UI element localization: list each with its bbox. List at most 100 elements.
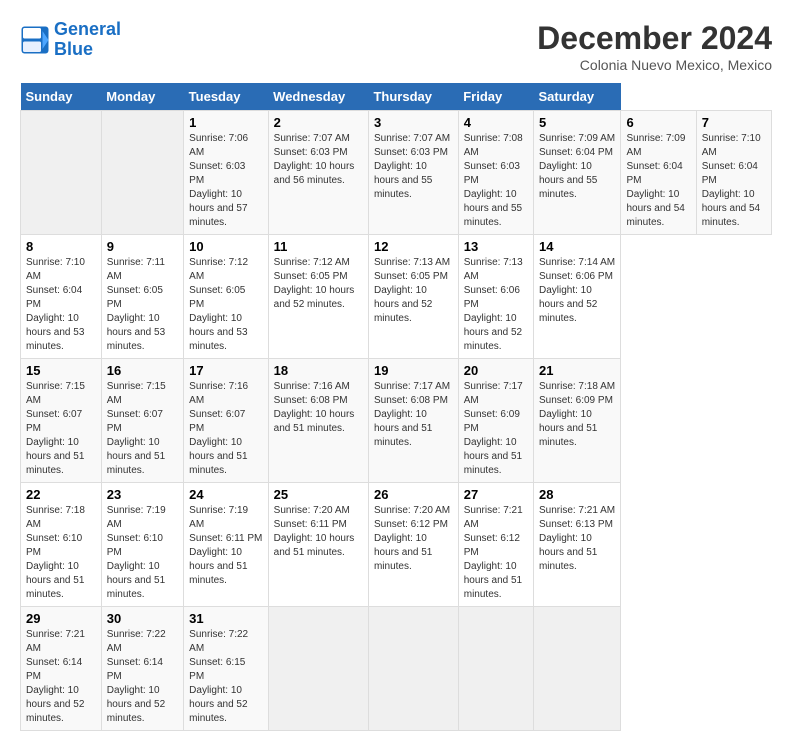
month-title: December 2024 [537, 20, 772, 57]
day-info: Sunrise: 7:09 AMSunset: 6:04 PMDaylight:… [626, 132, 690, 230]
day-number: 10 [189, 239, 263, 254]
calendar-cell: 27 Sunrise: 7:21 AMSunset: 6:12 PMDaylig… [458, 483, 533, 607]
day-info: Sunrise: 7:14 AMSunset: 6:06 PMDaylight:… [539, 256, 616, 326]
calendar-cell: 29 Sunrise: 7:21 AMSunset: 6:14 PMDaylig… [21, 607, 102, 731]
day-info: Sunrise: 7:21 AMSunset: 6:13 PMDaylight:… [539, 504, 616, 574]
day-number: 17 [189, 363, 263, 378]
header-wednesday: Wednesday [268, 83, 368, 111]
day-info: Sunrise: 7:13 AMSunset: 6:05 PMDaylight:… [374, 256, 453, 326]
calendar-cell: 19 Sunrise: 7:17 AMSunset: 6:08 PMDaylig… [368, 359, 458, 483]
calendar-week-row: 1 Sunrise: 7:06 AMSunset: 6:03 PMDayligh… [21, 111, 772, 235]
calendar-cell: 13 Sunrise: 7:13 AMSunset: 6:06 PMDaylig… [458, 235, 533, 359]
calendar-cell [101, 111, 183, 235]
day-number: 30 [107, 611, 178, 626]
day-number: 15 [26, 363, 96, 378]
calendar-cell [533, 607, 621, 731]
calendar-cell: 30 Sunrise: 7:22 AMSunset: 6:14 PMDaylig… [101, 607, 183, 731]
calendar-cell: 18 Sunrise: 7:16 AMSunset: 6:08 PMDaylig… [268, 359, 368, 483]
page-header: General Blue December 2024 Colonia Nuevo… [20, 20, 772, 73]
day-info: Sunrise: 7:13 AMSunset: 6:06 PMDaylight:… [464, 256, 528, 354]
day-info: Sunrise: 7:21 AMSunset: 6:12 PMDaylight:… [464, 504, 528, 602]
header-tuesday: Tuesday [184, 83, 269, 111]
calendar-cell: 4 Sunrise: 7:08 AMSunset: 6:03 PMDayligh… [458, 111, 533, 235]
calendar-cell: 8 Sunrise: 7:10 AMSunset: 6:04 PMDayligh… [21, 235, 102, 359]
day-info: Sunrise: 7:18 AMSunset: 6:09 PMDaylight:… [539, 380, 616, 450]
location-subtitle: Colonia Nuevo Mexico, Mexico [537, 57, 772, 73]
day-info: Sunrise: 7:16 AMSunset: 6:08 PMDaylight:… [274, 380, 363, 436]
calendar-cell: 25 Sunrise: 7:20 AMSunset: 6:11 PMDaylig… [268, 483, 368, 607]
header-monday: Monday [101, 83, 183, 111]
calendar-header-row: SundayMondayTuesdayWednesdayThursdayFrid… [21, 83, 772, 111]
day-info: Sunrise: 7:08 AMSunset: 6:03 PMDaylight:… [464, 132, 528, 230]
day-number: 3 [374, 115, 453, 130]
calendar-cell: 7 Sunrise: 7:10 AMSunset: 6:04 PMDayligh… [696, 111, 771, 235]
day-info: Sunrise: 7:10 AMSunset: 6:04 PMDaylight:… [702, 132, 766, 230]
day-info: Sunrise: 7:18 AMSunset: 6:10 PMDaylight:… [26, 504, 96, 602]
calendar-cell: 23 Sunrise: 7:19 AMSunset: 6:10 PMDaylig… [101, 483, 183, 607]
calendar-cell: 31 Sunrise: 7:22 AMSunset: 6:15 PMDaylig… [184, 607, 269, 731]
calendar-cell: 2 Sunrise: 7:07 AMSunset: 6:03 PMDayligh… [268, 111, 368, 235]
calendar-cell: 11 Sunrise: 7:12 AMSunset: 6:05 PMDaylig… [268, 235, 368, 359]
day-info: Sunrise: 7:22 AMSunset: 6:14 PMDaylight:… [107, 628, 178, 726]
calendar-week-row: 29 Sunrise: 7:21 AMSunset: 6:14 PMDaylig… [21, 607, 772, 731]
title-section: December 2024 Colonia Nuevo Mexico, Mexi… [537, 20, 772, 73]
day-info: Sunrise: 7:15 AMSunset: 6:07 PMDaylight:… [107, 380, 178, 478]
header-sunday: Sunday [21, 83, 102, 111]
day-number: 8 [26, 239, 96, 254]
day-number: 19 [374, 363, 453, 378]
calendar-cell: 5 Sunrise: 7:09 AMSunset: 6:04 PMDayligh… [533, 111, 621, 235]
day-info: Sunrise: 7:22 AMSunset: 6:15 PMDaylight:… [189, 628, 263, 726]
logo: General Blue [20, 20, 121, 60]
day-number: 6 [626, 115, 690, 130]
day-number: 26 [374, 487, 453, 502]
day-info: Sunrise: 7:06 AMSunset: 6:03 PMDaylight:… [189, 132, 263, 230]
day-info: Sunrise: 7:21 AMSunset: 6:14 PMDaylight:… [26, 628, 96, 726]
day-number: 1 [189, 115, 263, 130]
calendar-week-row: 8 Sunrise: 7:10 AMSunset: 6:04 PMDayligh… [21, 235, 772, 359]
calendar-cell: 12 Sunrise: 7:13 AMSunset: 6:05 PMDaylig… [368, 235, 458, 359]
logo-text-blue: Blue [54, 40, 121, 60]
day-number: 29 [26, 611, 96, 626]
day-info: Sunrise: 7:17 AMSunset: 6:08 PMDaylight:… [374, 380, 453, 450]
day-info: Sunrise: 7:12 AMSunset: 6:05 PMDaylight:… [189, 256, 263, 354]
day-number: 11 [274, 239, 363, 254]
calendar-cell: 9 Sunrise: 7:11 AMSunset: 6:05 PMDayligh… [101, 235, 183, 359]
calendar-cell: 6 Sunrise: 7:09 AMSunset: 6:04 PMDayligh… [621, 111, 696, 235]
header-friday: Friday [458, 83, 533, 111]
day-number: 12 [374, 239, 453, 254]
calendar-cell [268, 607, 368, 731]
calendar-cell [21, 111, 102, 235]
day-number: 14 [539, 239, 616, 254]
calendar-cell: 15 Sunrise: 7:15 AMSunset: 6:07 PMDaylig… [21, 359, 102, 483]
calendar-cell: 14 Sunrise: 7:14 AMSunset: 6:06 PMDaylig… [533, 235, 621, 359]
day-number: 31 [189, 611, 263, 626]
day-number: 21 [539, 363, 616, 378]
day-number: 7 [702, 115, 766, 130]
day-number: 23 [107, 487, 178, 502]
day-info: Sunrise: 7:20 AMSunset: 6:11 PMDaylight:… [274, 504, 363, 560]
calendar-cell: 20 Sunrise: 7:17 AMSunset: 6:09 PMDaylig… [458, 359, 533, 483]
calendar-week-row: 22 Sunrise: 7:18 AMSunset: 6:10 PMDaylig… [21, 483, 772, 607]
logo-icon [20, 25, 50, 55]
calendar-cell: 17 Sunrise: 7:16 AMSunset: 6:07 PMDaylig… [184, 359, 269, 483]
calendar-cell [458, 607, 533, 731]
day-info: Sunrise: 7:07 AMSunset: 6:03 PMDaylight:… [374, 132, 453, 202]
header-thursday: Thursday [368, 83, 458, 111]
day-info: Sunrise: 7:11 AMSunset: 6:05 PMDaylight:… [107, 256, 178, 354]
calendar-cell [368, 607, 458, 731]
calendar-cell: 21 Sunrise: 7:18 AMSunset: 6:09 PMDaylig… [533, 359, 621, 483]
logo-text-general: General [54, 20, 121, 40]
day-number: 25 [274, 487, 363, 502]
calendar-cell: 26 Sunrise: 7:20 AMSunset: 6:12 PMDaylig… [368, 483, 458, 607]
day-info: Sunrise: 7:07 AMSunset: 6:03 PMDaylight:… [274, 132, 363, 188]
calendar-cell: 22 Sunrise: 7:18 AMSunset: 6:10 PMDaylig… [21, 483, 102, 607]
day-number: 18 [274, 363, 363, 378]
calendar-cell: 28 Sunrise: 7:21 AMSunset: 6:13 PMDaylig… [533, 483, 621, 607]
day-number: 20 [464, 363, 528, 378]
calendar-cell: 24 Sunrise: 7:19 AMSunset: 6:11 PMDaylig… [184, 483, 269, 607]
day-info: Sunrise: 7:10 AMSunset: 6:04 PMDaylight:… [26, 256, 96, 354]
day-number: 24 [189, 487, 263, 502]
day-number: 16 [107, 363, 178, 378]
calendar-week-row: 15 Sunrise: 7:15 AMSunset: 6:07 PMDaylig… [21, 359, 772, 483]
day-info: Sunrise: 7:17 AMSunset: 6:09 PMDaylight:… [464, 380, 528, 478]
